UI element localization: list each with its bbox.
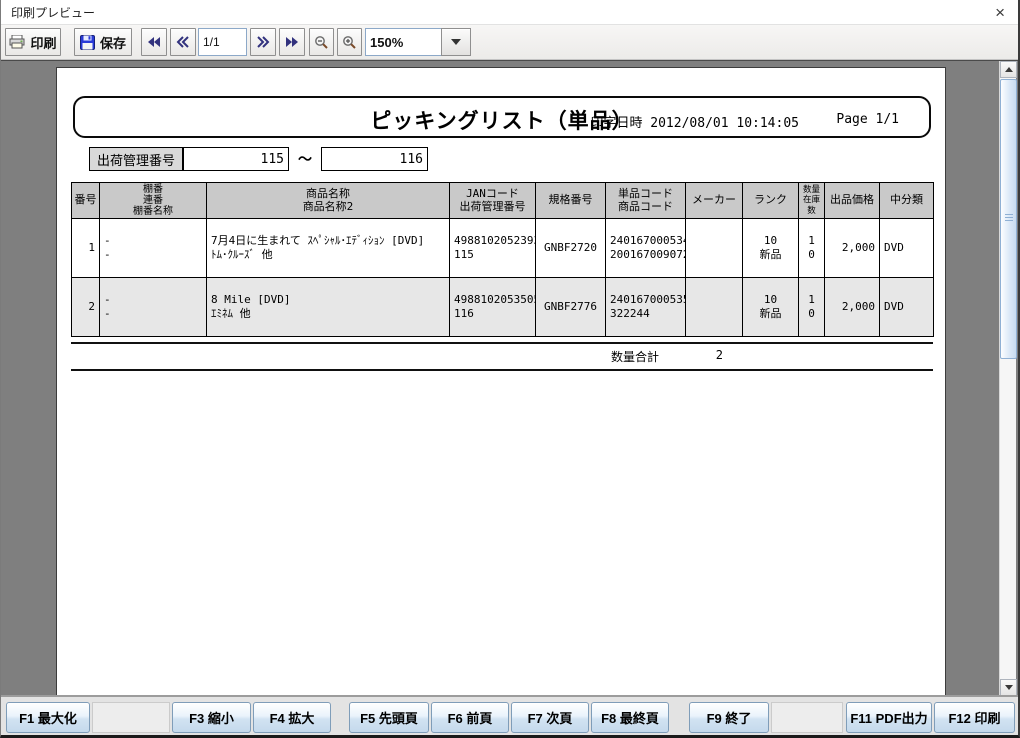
first-page-icon <box>147 36 161 48</box>
report-page-number: Page 1/1 <box>836 112 899 127</box>
cell-standard-number: GNBF2720 <box>536 219 606 278</box>
chevron-down-icon <box>451 39 461 45</box>
cell-item-code: 2401670005353 322244 <box>606 278 686 337</box>
triangle-down-icon <box>1005 685 1013 690</box>
window-title: 印刷プレビュー <box>11 4 95 21</box>
print-preview-window: 印刷プレビュー × 印刷 <box>0 0 1020 738</box>
fn-f11-pdf-export-button[interactable]: F11 PDF出力 <box>846 702 932 733</box>
col-header-shelf: 棚番 連番 棚番名称 <box>100 183 207 219</box>
col-header-number: 番号 <box>72 183 100 219</box>
cell-number: 1 <box>72 219 100 278</box>
table-header-row: 番号 棚番 連番 棚番名称 商品名称 商品名称2 JANコード 出荷管理番号 規… <box>72 183 934 219</box>
cell-price: 2,000 <box>825 219 880 278</box>
col-header-rank: ランク <box>743 183 799 219</box>
total-separator-top <box>71 342 933 344</box>
close-icon[interactable]: × <box>992 4 1008 21</box>
scroll-up-button[interactable] <box>1000 61 1017 78</box>
next-page-icon <box>256 36 270 48</box>
report-content: ピッキングリスト（単品） 印字日時 2012/08/01 10:14:05 Pa… <box>1 61 1018 695</box>
col-header-standard-number: 規格番号 <box>536 183 606 219</box>
zoom-in-icon <box>342 35 357 50</box>
col-header-product-name: 商品名称 商品名称2 <box>207 183 450 219</box>
col-header-item-code: 単品コード 商品コード <box>606 183 686 219</box>
cell-jan-code: 4988102053505 116 <box>450 278 536 337</box>
scrollbar-grip-icon <box>1005 214 1013 223</box>
zoom-in-button[interactable] <box>337 28 362 56</box>
quantity-total-value: 2 <box>673 348 723 362</box>
cell-shelf: - - <box>100 219 207 278</box>
preview-viewport: ピッキングリスト（単品） 印字日時 2012/08/01 10:14:05 Pa… <box>1 60 1018 695</box>
cell-number: 2 <box>72 278 100 337</box>
fn-f3-shrink-button[interactable]: F3 縮小 <box>172 702 251 733</box>
fn-f6-prev-page-button[interactable]: F6 前頁 <box>431 702 509 733</box>
cell-rank: 10 新品 <box>743 278 799 337</box>
zoom-out-button[interactable] <box>309 28 334 56</box>
scroll-down-button[interactable] <box>1000 679 1017 695</box>
function-key-bar: F1 最大化 F3 縮小 F4 拡大 F5 先頭頁 F6 前頁 F7 次頁 F8… <box>1 695 1018 735</box>
zoom-out-icon <box>314 35 329 50</box>
fn-f1-maximize-button[interactable]: F1 最大化 <box>6 702 90 733</box>
toolbar: 印刷 保存 <box>1 24 1018 60</box>
fn-f5-first-page-button[interactable]: F5 先頭頁 <box>349 702 429 733</box>
zoom-level-input[interactable] <box>365 28 442 56</box>
printer-icon <box>9 35 25 49</box>
print-button[interactable]: 印刷 <box>5 28 61 56</box>
last-page-button[interactable] <box>279 28 305 56</box>
next-page-button[interactable] <box>250 28 276 56</box>
cell-product-name: 7月4日に生まれて ｽﾍﾟｼｬﾙ･ｴﾃﾞｨｼｮﾝ [DVD] ﾄﾑ･ｸﾙｰｽﾞ … <box>207 219 450 278</box>
fn-f4-enlarge-button[interactable]: F4 拡大 <box>253 702 331 733</box>
cell-category: DVD <box>880 219 934 278</box>
cell-quantity: 1 0 <box>799 278 825 337</box>
total-separator-bottom <box>71 369 933 371</box>
cell-shelf: - - <box>100 278 207 337</box>
cell-maker <box>686 219 743 278</box>
first-page-button[interactable] <box>141 28 167 56</box>
shipping-number-label: 出荷管理番号 <box>89 147 183 171</box>
cell-price: 2,000 <box>825 278 880 337</box>
page-number-input[interactable] <box>198 28 247 56</box>
fn-slot-f10 <box>771 702 843 733</box>
prev-page-icon <box>176 36 190 48</box>
save-button-label: 保存 <box>100 33 126 52</box>
fn-slot-f2 <box>92 702 170 733</box>
col-header-jan-code: JANコード 出荷管理番号 <box>450 183 536 219</box>
fn-f9-exit-button[interactable]: F9 終了 <box>689 702 769 733</box>
fn-f7-next-page-button[interactable]: F7 次頁 <box>511 702 589 733</box>
shipping-number-from: 115 <box>183 147 289 171</box>
cell-maker <box>686 278 743 337</box>
fn-f12-print-button[interactable]: F12 印刷 <box>934 702 1015 733</box>
zoom-level-dropdown-button[interactable] <box>441 28 471 56</box>
prev-page-button[interactable] <box>170 28 196 56</box>
report-table: 番号 棚番 連番 棚番名称 商品名称 商品名称2 JANコード 出荷管理番号 規… <box>71 182 934 337</box>
col-header-category: 中分類 <box>880 183 934 219</box>
cell-product-name: 8 Mile [DVD] ｴﾐﾈﾑ 他 <box>207 278 450 337</box>
title-bar: 印刷プレビュー × <box>1 0 1018 24</box>
cell-jan-code: 4988102052393 115 <box>450 219 536 278</box>
scrollbar-thumb[interactable] <box>1000 79 1017 359</box>
table-row: 2 - - 8 Mile [DVD] ｴﾐﾈﾑ 他 4988102053505 … <box>72 278 934 337</box>
shipping-number-to: 116 <box>321 147 428 171</box>
triangle-up-icon <box>1005 67 1013 72</box>
print-button-label: 印刷 <box>30 33 56 52</box>
floppy-disk-icon <box>80 35 95 50</box>
col-header-quantity: 数量 在庫数 <box>799 183 825 219</box>
range-tilde: ～ <box>291 149 319 169</box>
quantity-total-label: 数量合計 <box>611 348 659 365</box>
cell-rank: 10 新品 <box>743 219 799 278</box>
last-page-icon <box>285 36 299 48</box>
col-header-maker: メーカー <box>686 183 743 219</box>
save-button[interactable]: 保存 <box>74 28 132 56</box>
cell-item-code: 2401670005346 200167009072 <box>606 219 686 278</box>
cell-category: DVD <box>880 278 934 337</box>
cell-standard-number: GNBF2776 <box>536 278 606 337</box>
report-title-box: ピッキングリスト（単品） 印字日時 2012/08/01 10:14:05 Pa… <box>73 96 931 138</box>
cell-quantity: 1 0 <box>799 219 825 278</box>
report-title: ピッキングリスト（単品） <box>75 105 929 135</box>
vertical-scrollbar[interactable] <box>999 61 1016 695</box>
print-datetime: 印字日時 2012/08/01 10:14:05 <box>590 112 799 131</box>
fn-f8-last-page-button[interactable]: F8 最終頁 <box>591 702 669 733</box>
col-header-price: 出品価格 <box>825 183 880 219</box>
table-row: 1 - - 7月4日に生まれて ｽﾍﾟｼｬﾙ･ｴﾃﾞｨｼｮﾝ [DVD] ﾄﾑ･… <box>72 219 934 278</box>
